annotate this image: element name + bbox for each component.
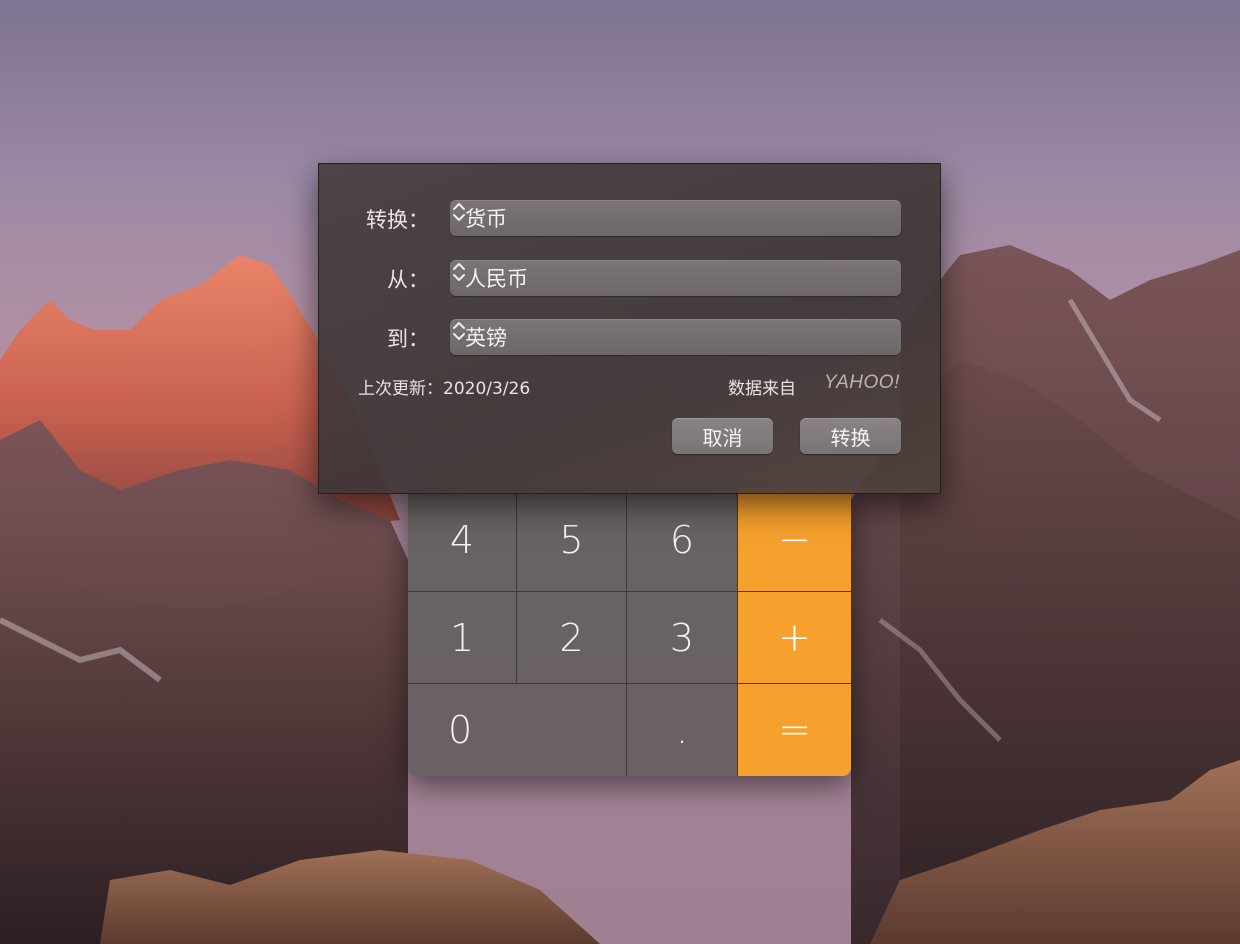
- updown-chevron-icon: [453, 322, 465, 340]
- key-minus[interactable]: −: [738, 488, 851, 592]
- key-4[interactable]: 4: [408, 488, 517, 592]
- key-1[interactable]: 1: [408, 592, 517, 684]
- from-currency-value: 人民币: [465, 267, 528, 291]
- last-updated: 上次更新：2020/3/26: [358, 374, 530, 399]
- from-currency-label: 从：: [387, 268, 429, 292]
- calculator-window: 4 5 6 − 1 2 3 + 0 . =: [408, 488, 851, 776]
- to-currency-popup[interactable]: 英镑: [450, 319, 901, 355]
- convert-button[interactable]: 转换: [800, 418, 901, 454]
- conversion-dialog: 转换： 货币 从： 人民币 到： 英镑 上次更新：2020/3/26 数据来自 …: [318, 163, 941, 494]
- convert-type-popup[interactable]: 货币: [450, 200, 901, 236]
- key-plus[interactable]: +: [738, 592, 851, 684]
- desktop-wallpaper: 4 5 6 − 1 2 3 + 0 . = 转换： 货币 从： 人民币 到： 英…: [0, 0, 1240, 944]
- last-updated-date: 2020/3/26: [443, 379, 531, 399]
- key-equals[interactable]: =: [738, 684, 851, 776]
- key-2[interactable]: 2: [517, 592, 627, 684]
- updown-chevron-icon: [453, 263, 465, 281]
- from-currency-popup[interactable]: 人民币: [450, 260, 901, 296]
- updown-chevron-icon: [453, 203, 465, 221]
- convert-type-label: 转换：: [366, 208, 429, 232]
- key-5[interactable]: 5: [517, 488, 627, 592]
- data-source-label: 数据来自: [728, 379, 796, 399]
- key-0[interactable]: 0: [408, 684, 627, 776]
- convert-type-value: 货币: [465, 207, 507, 231]
- key-3[interactable]: 3: [627, 592, 738, 684]
- yahoo-logo[interactable]: YAHOO!: [824, 372, 900, 394]
- cancel-button[interactable]: 取消: [672, 418, 773, 454]
- to-currency-label: 到：: [387, 327, 429, 351]
- last-updated-label: 上次更新：: [358, 379, 443, 399]
- to-currency-value: 英镑: [465, 326, 507, 350]
- key-6[interactable]: 6: [627, 488, 738, 592]
- key-decimal[interactable]: .: [627, 684, 738, 776]
